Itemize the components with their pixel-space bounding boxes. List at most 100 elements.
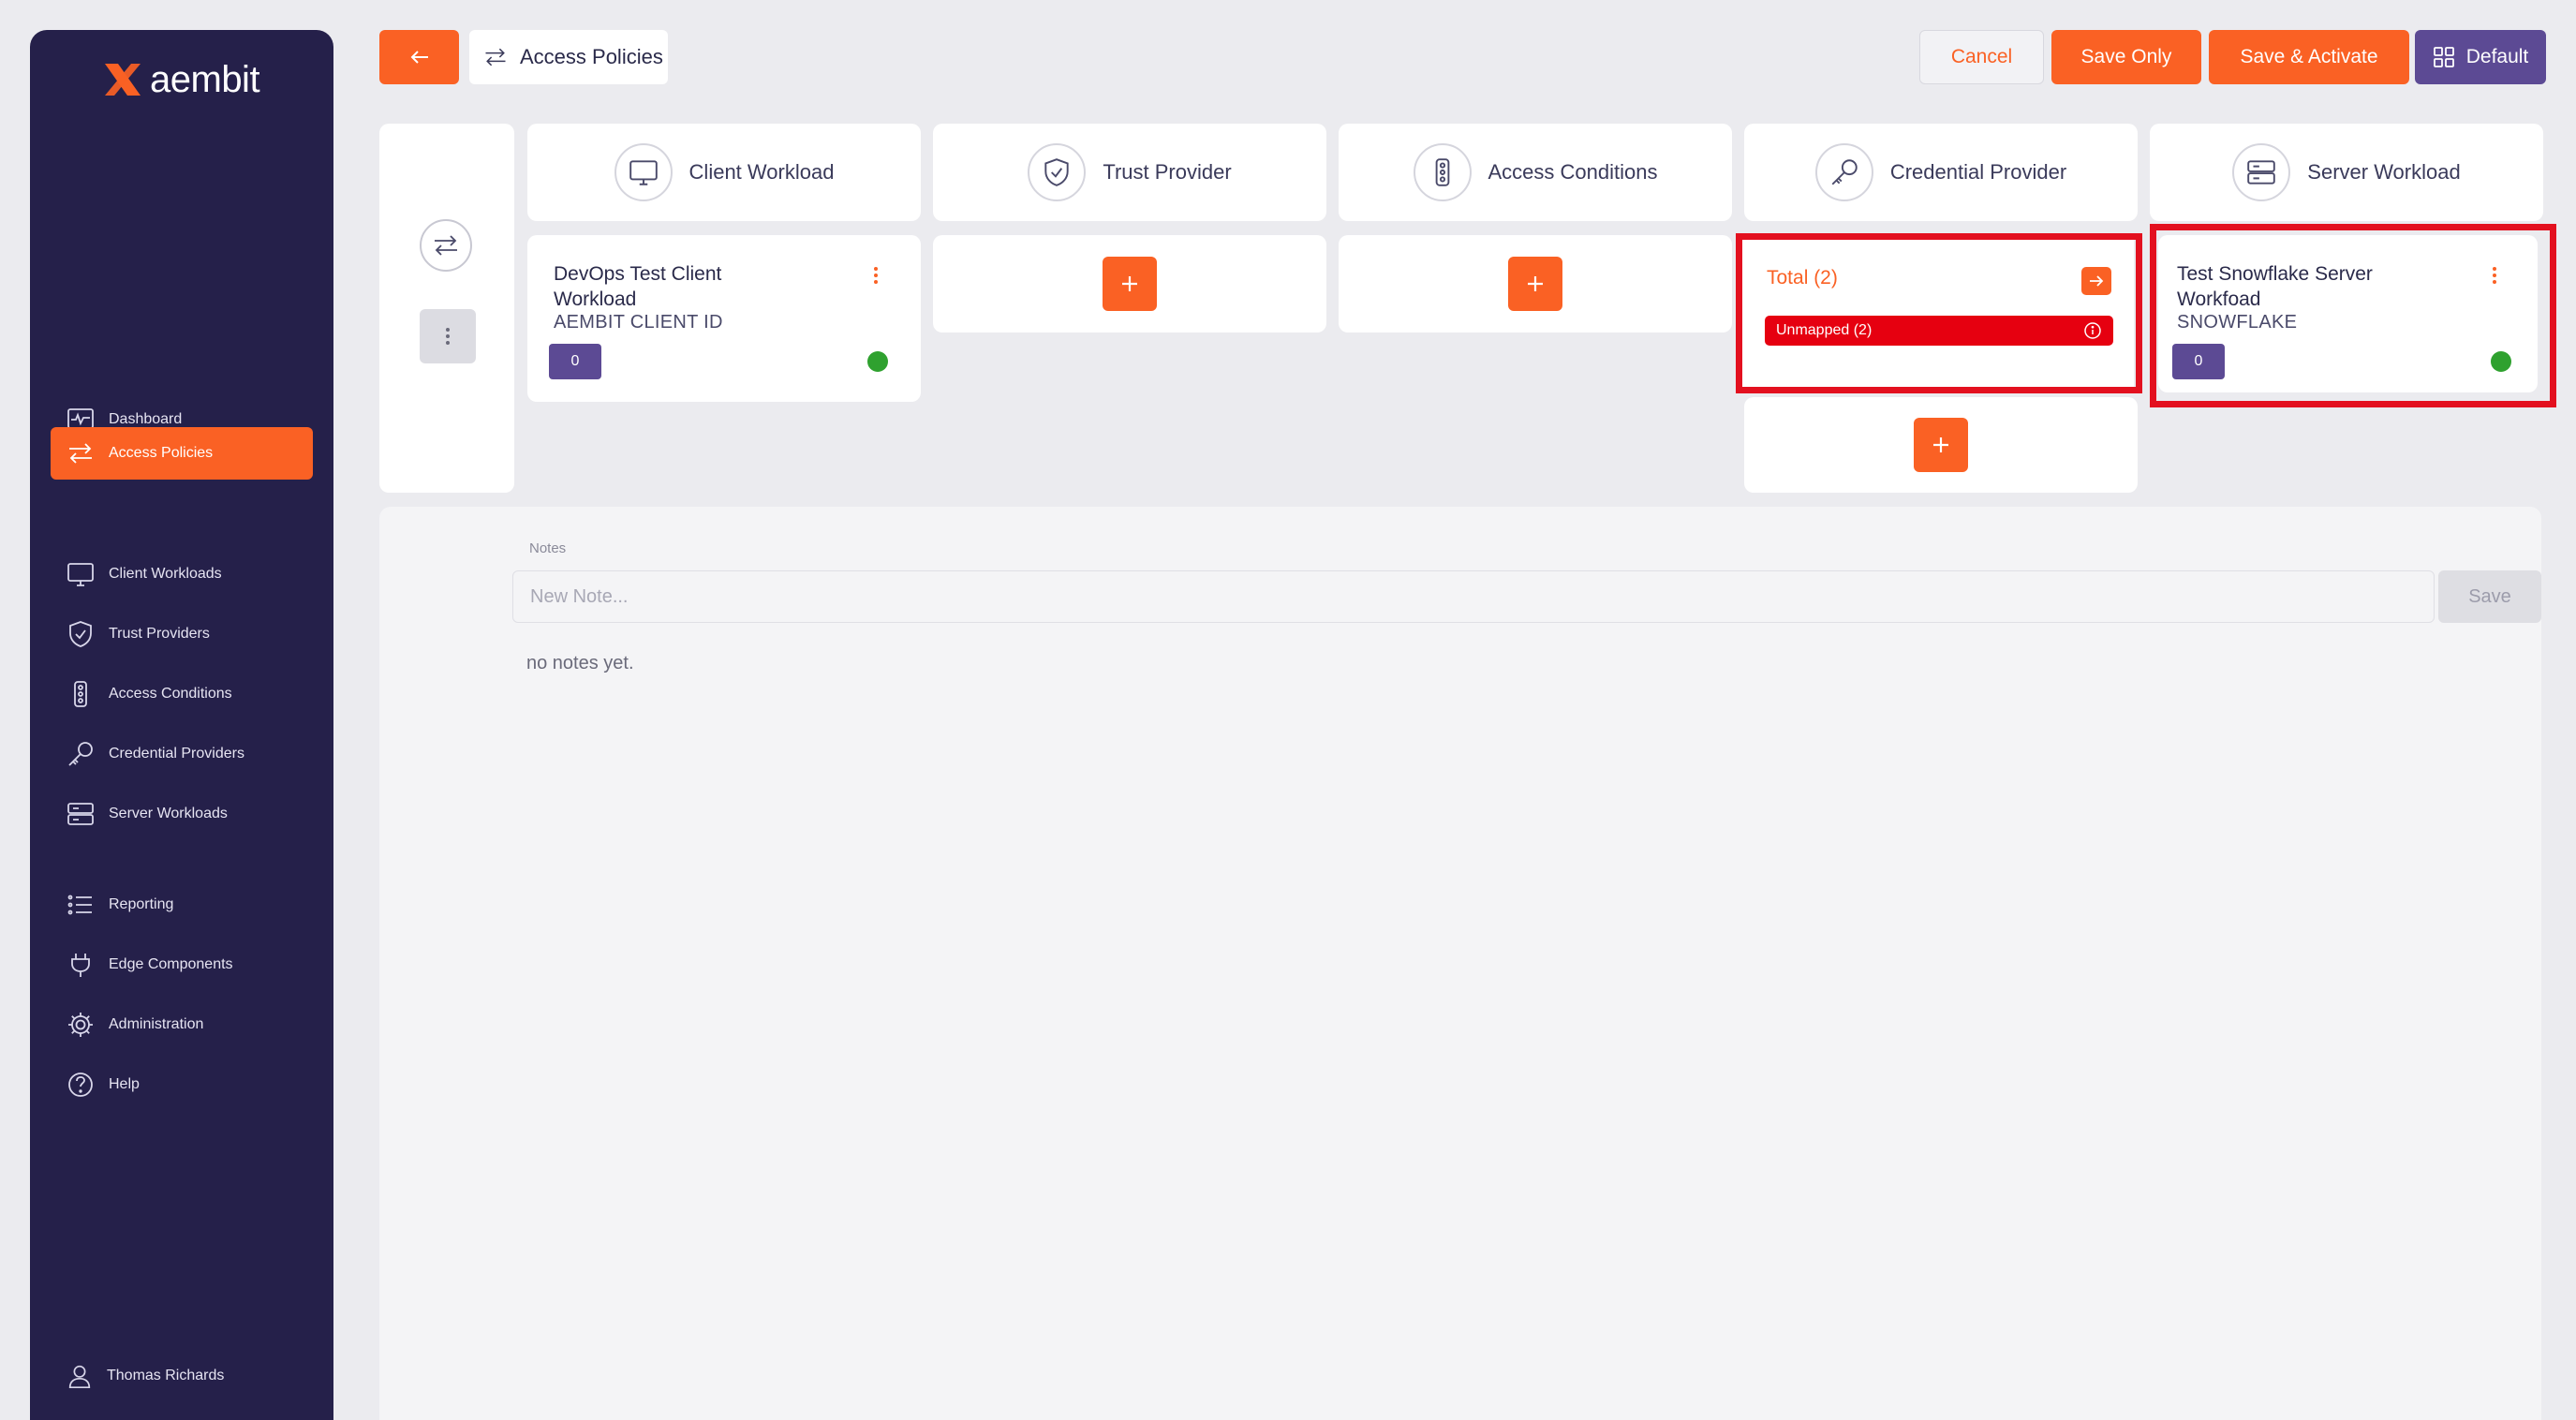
plug-icon <box>71 954 90 977</box>
help-circle-icon <box>68 1072 93 1097</box>
sidebar-item-access-policies[interactable]: Access Policies <box>51 427 313 480</box>
kebab-dot <box>874 280 878 284</box>
credential-provider-card[interactable]: Total (2) Unmapped (2) <box>1742 239 2134 387</box>
count-badge: 0 <box>2172 344 2225 379</box>
sidebar-item-label: Administration <box>109 1016 204 1032</box>
column-credential-provider[interactable]: Credential Provider <box>1744 124 2138 221</box>
arrow-left-icon <box>410 51 428 64</box>
cancel-button[interactable]: Cancel <box>1919 30 2044 84</box>
column-icon-wrapper <box>614 143 673 201</box>
user-profile[interactable]: Thomas Richards <box>51 1362 224 1390</box>
kebab-dot <box>874 274 878 277</box>
monitor-icon <box>67 563 94 586</box>
card-menu-button[interactable] <box>866 261 885 289</box>
credential-provider-add-slot <box>1744 397 2138 493</box>
server-workload-type: SNOWFLAKE <box>2177 312 2298 333</box>
new-note-input[interactable] <box>512 570 2435 623</box>
column-icon-wrapper <box>1028 143 1087 201</box>
kebab-dot <box>2493 280 2496 284</box>
arrows-swap-icon <box>435 235 457 256</box>
sidebar-item-label: Access Conditions <box>109 686 232 702</box>
add-trust-provider-button[interactable] <box>1103 257 1157 311</box>
shield-check-icon <box>69 621 92 647</box>
client-workload-card[interactable]: DevOps Test Client Workload AEMBIT CLIEN… <box>527 235 921 402</box>
sidebar-item-server-workloads[interactable]: Server Workloads <box>51 788 313 840</box>
card-menu-button[interactable] <box>2485 261 2504 289</box>
trust-provider-slot <box>933 235 1326 333</box>
column-icon-wrapper <box>1413 143 1472 201</box>
count-badge: 0 <box>549 344 601 379</box>
key-icon <box>68 742 93 766</box>
add-credential-provider-button[interactable] <box>1914 418 1968 472</box>
sidebar: aembit Dashboard Access Policies Client … <box>30 30 333 1420</box>
sidebar-item-client-workloads[interactable]: Client Workloads <box>51 548 313 600</box>
column-icon-wrapper <box>2232 143 2291 201</box>
column-title: Server Workload <box>2307 160 2461 184</box>
plus-icon <box>1528 276 1543 291</box>
server-workload-title: Test Snowflake Server Workfoad <box>2177 263 2373 310</box>
info-icon[interactable] <box>2083 321 2102 340</box>
server-workload-card[interactable]: Test Snowflake Server Workfoad SNOWFLAKE… <box>2158 235 2538 392</box>
status-indicator-active <box>867 351 888 372</box>
column-trust-provider[interactable]: Trust Provider <box>933 124 1326 221</box>
sidebar-item-label: Access Policies <box>109 445 214 461</box>
traffic-light-icon <box>1435 158 1449 186</box>
credential-open-button[interactable] <box>2081 267 2111 295</box>
key-icon <box>1831 159 1858 185</box>
sidebar-item-label: Client Workloads <box>109 566 222 582</box>
brand-name: aembit <box>150 58 260 100</box>
column-icon-wrapper <box>1814 143 1873 201</box>
plus-icon <box>1933 437 1948 452</box>
column-title: Trust Provider <box>1103 160 1232 184</box>
column-title: Credential Provider <box>1889 160 2067 184</box>
sidebar-item-administration[interactable]: Administration <box>51 998 313 1051</box>
kebab-dot <box>874 267 878 271</box>
kebab-menu-icon <box>446 328 450 345</box>
shield-check-icon <box>1044 158 1069 186</box>
sidebar-item-label: Reporting <box>109 896 174 912</box>
sidebar-item-reporting[interactable]: Reporting <box>51 879 313 931</box>
kebab-dot <box>2493 274 2496 277</box>
column-access-conditions[interactable]: Access Conditions <box>1339 124 1732 221</box>
save-note-button[interactable]: Save <box>2438 570 2541 623</box>
save-activate-button[interactable]: Save & Activate <box>2209 30 2409 84</box>
kebab-dot <box>2493 267 2496 271</box>
unmapped-status-bar[interactable]: Unmapped (2) <box>1765 316 2113 346</box>
sidebar-item-help[interactable]: Help <box>51 1058 313 1111</box>
breadcrumb: Access Policies <box>469 30 668 84</box>
unmapped-label: Unmapped (2) <box>1776 322 1873 338</box>
server-icon <box>67 803 94 825</box>
user-name: Thomas Richards <box>107 1368 225 1383</box>
notes-empty-message: no notes yet. <box>526 653 634 673</box>
sidebar-item-access-conditions[interactable]: Access Conditions <box>51 668 313 720</box>
arrows-swap-icon <box>69 443 92 464</box>
swap-direction-button[interactable] <box>420 219 472 272</box>
sidebar-item-label: Server Workloads <box>109 806 228 821</box>
sidebar-item-credential-providers[interactable]: Credential Providers <box>51 728 313 780</box>
column-client-workload[interactable]: Client Workload <box>527 124 921 221</box>
add-access-condition-button[interactable] <box>1508 257 1562 311</box>
aembit-logo-mark-icon <box>105 64 141 96</box>
arrow-right-icon <box>2090 275 2104 287</box>
credential-total-label: Total (2) <box>1767 267 1838 288</box>
sidebar-item-label: Help <box>109 1076 140 1092</box>
sidebar-item-trust-providers[interactable]: Trust Providers <box>51 608 313 660</box>
sidebar-item-label: Edge Components <box>109 956 233 972</box>
list-icon <box>67 895 92 915</box>
layout-default-button[interactable]: Default <box>2415 30 2546 84</box>
user-icon <box>68 1365 91 1389</box>
save-only-button[interactable]: Save Only <box>2051 30 2201 84</box>
notes-label: Notes <box>529 540 567 556</box>
client-workload-type: AEMBIT CLIENT ID <box>554 312 723 333</box>
notes-section: Notes Save no notes yet. <box>379 507 2541 1420</box>
sidebar-item-label: Credential Providers <box>109 746 244 762</box>
gear-icon <box>68 1013 93 1037</box>
more-options-button[interactable] <box>420 309 476 363</box>
column-server-workload[interactable]: Server Workload <box>2150 124 2543 221</box>
back-button[interactable] <box>379 30 459 84</box>
status-indicator-active <box>2491 351 2511 372</box>
sidebar-item-edge-components[interactable]: Edge Components <box>51 939 313 991</box>
aembit-logo[interactable]: aembit <box>99 56 260 103</box>
layout-default-label: Default <box>2465 46 2529 67</box>
column-title: Access Conditions <box>1488 160 1658 184</box>
